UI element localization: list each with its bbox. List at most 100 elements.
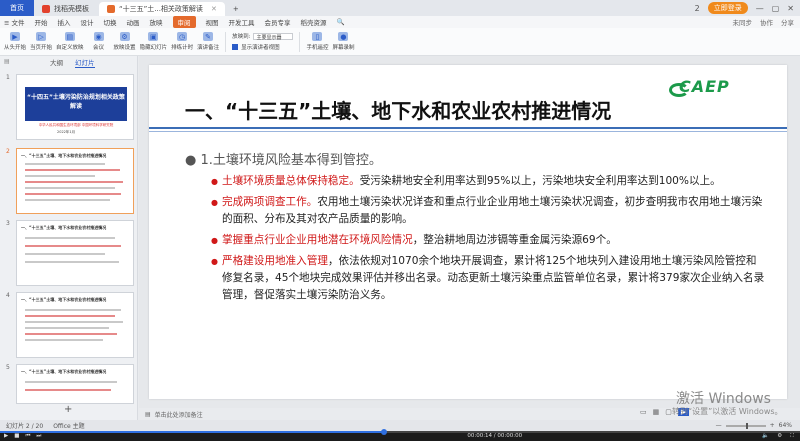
bullet-item[interactable]: 完成两项调查工作。农用地土壤污染状况详查和重点行业企业用地土壤污染状况调查，初步… [211,194,767,228]
phone-remote-button[interactable]: ▯ 手机遥控 [306,32,328,51]
menu-view[interactable]: 视图 [206,17,219,27]
minimize-icon[interactable]: — [756,4,764,13]
thumb-text-line [25,163,105,165]
player-progress-knob[interactable] [381,429,387,435]
thumb-text-line [25,237,115,239]
bullet-highlight: 完成两项调查工作。 [222,196,318,208]
menu-developer[interactable]: 开发工具 [229,17,255,27]
presenter-view-checkbox[interactable] [232,44,239,50]
player-settings-icon[interactable]: ⚙ [777,433,782,440]
zoom-out-icon[interactable]: — [716,422,722,429]
menu-home[interactable]: 开始 [35,17,48,27]
share-button[interactable]: 分享 [781,17,794,27]
display-select[interactable]: 主要显示器 [253,32,294,41]
custom-show-button[interactable]: ▤ 自定义放映 [56,32,84,51]
hide-slide-button[interactable]: ▣ 隐藏幻灯片 [140,32,167,51]
play-from-start-button[interactable]: ▶ 从头开始 [4,32,26,51]
bullet-list[interactable]: 土壤环境质量总体保持稳定。受污染耕地安全利用率达到95%以上，污染地块安全利用率… [211,173,767,308]
bullet-item[interactable]: 严格建设用地准入管理，依法依规对1070余个地块开展调查，累计将125个地块列入… [211,253,767,304]
menu-insert[interactable]: 插入 [58,17,71,27]
record-icon: ● [338,32,349,41]
slide-title[interactable]: 一、“十三五”土壤、地下水和农业农村推进情况 [185,95,611,124]
thumbnail-item[interactable]: 1 “十四五”土壤污染防治规划相关政策解读 中华人民共和国生态环境部 中国环境科… [6,74,134,140]
menu-slideshow[interactable]: 放映 [150,17,163,27]
tab-outline[interactable]: 大纲 [50,57,63,67]
play-icon: ▶ [10,32,20,41]
zoom-slider[interactable] [725,422,766,429]
normal-view-icon[interactable]: ▭ [640,408,647,416]
timer-icon: ◷ [177,32,188,41]
bullet-item[interactable]: 土壤环境质量总体保持稳定。受污染耕地安全利用率达到95%以上，污染地块安全利用率… [211,173,767,190]
collab-button[interactable]: 协作 [760,17,773,27]
ribbon-divider [299,31,301,52]
thumbnail-2[interactable]: 一、“十三五”土壤、地下水和农业农村推进情况 [16,148,134,214]
user-count-icon[interactable]: 2 [695,4,700,13]
caep-logo: CAEP [679,77,730,96]
panel-tabs: 大纲 幻灯片 [0,56,137,68]
screen-record-button[interactable]: ● 屏幕录制 [332,32,355,51]
notes-icon: ✎ [203,32,214,41]
thumbnail-1[interactable]: “十四五”土壤污染防治规划相关政策解读 中华人民共和国生态环境部 中国环境科学研… [16,74,134,140]
title-tab-bar: 首页 找稻壳模板 “十三五”土...相关政策解读 ✕ + 2 立即登录 — ▢ … [0,0,800,16]
player-fullscreen-icon[interactable]: ⛶ [790,433,794,440]
thumb-text-line [25,261,119,263]
tab-template[interactable]: 找稻壳模板 [34,2,97,16]
search-icon[interactable]: 🔍 [337,18,345,26]
play-current-button[interactable]: ▷ 当页开始 [30,32,52,51]
thumbnail-4[interactable]: 一、“十三五”土壤、地下水和农业农村推进情况 [16,292,134,358]
show-settings-button[interactable]: ⚙ 放映设置 [114,32,136,51]
thumbnail-3[interactable]: 一、“十三五”土壤、地下水和农业农村推进情况 [16,220,134,286]
thumbnail-item[interactable]: 5 一、“十三五”土壤、地下水和农业农村推进情况 [6,364,134,404]
zoom-level[interactable]: 64% [779,422,792,429]
thumb-text-line [25,339,103,341]
thumbnail-item[interactable]: 3 一、“十三五”土壤、地下水和农业农村推进情况 [6,220,134,286]
menu-animation[interactable]: 动画 [127,17,140,27]
menu-design[interactable]: 设计 [81,17,94,27]
menu-docer[interactable]: 稻壳资源 [301,17,327,27]
custom-show-icon: ▤ [64,32,75,41]
thumb-subtitle: 中华人民共和国生态环境部 中国环境科学研究院 [38,123,114,127]
player-play-icon[interactable]: ▶ [4,433,8,439]
sync-status[interactable]: 未同步 [733,17,753,27]
player-next-icon[interactable]: ⏭ [36,433,41,440]
panel-menu-icon[interactable]: ▤ [4,58,10,65]
speaker-notes-button[interactable]: ✎ 演讲备注 [197,32,219,51]
maximize-icon[interactable]: ▢ [772,4,780,13]
phone-icon: ▯ [312,32,323,41]
player-volume-icon[interactable]: 🔈 [762,433,769,440]
tab-document[interactable]: “十三五”土...相关政策解读 ✕ [99,2,225,16]
level1-heading[interactable]: ● 1.土壤环境风险基本得到管控。 [185,149,382,168]
zoom-in-icon[interactable]: + [770,422,775,429]
thumb-text-line [25,187,115,189]
menu-review[interactable]: 审阅 [172,16,196,28]
sorter-view-icon[interactable]: ▦ [653,408,660,416]
bullet-highlight: 掌握重点行业企业用地潜在环境风险情况 [222,234,413,246]
current-slide[interactable]: 一、“十三五”土壤、地下水和农业农村推进情况 CAEP ● 1.土壤环境风险基本… [149,65,787,399]
player-stop-icon[interactable]: ■ [14,433,19,439]
thumb-text-line [25,333,117,335]
meeting-button[interactable]: ◉ 会议 [88,32,110,51]
player-prev-icon[interactable]: ⏮ [25,433,30,440]
reading-view-icon[interactable]: ▢ [665,408,672,416]
menu-member[interactable]: 会员专享 [265,17,291,27]
thumbnail-item[interactable]: 4 一、“十三五”土壤、地下水和农业农村推进情况 [6,292,134,358]
ribbon: ▶ 从头开始 ▷ 当页开始 ▤ 自定义放映 ◉ 会议 ⚙ 放映设置 ▣ 隐藏幻灯片 ◷ 排练计… [0,28,800,56]
thumb-text-line [25,309,121,311]
player-progress-fill [0,431,384,433]
bullet-item[interactable]: 掌握重点行业企业用地潜在环境风险情况，整治耕地周边涉镉等重金属污染源69个。 [211,232,767,249]
close-tab-icon[interactable]: ✕ [211,5,217,13]
tab-home[interactable]: 首页 [0,0,34,16]
play-current-icon: ▷ [36,32,47,41]
login-button[interactable]: 立即登录 [707,2,748,14]
add-slide-button[interactable]: + [64,404,72,415]
tab-slides[interactable]: 幻灯片 [75,57,95,68]
thumbnail-item[interactable]: 2 一、“十三五”土壤、地下水和农业农村推进情况 [6,148,134,214]
close-window-icon[interactable]: ✕ [787,4,794,13]
menu-file[interactable]: ≡ 文件 [4,17,25,27]
notes-bar[interactable]: ▤ 单击此处添加备注 [139,408,659,420]
rehearse-timing-button[interactable]: ◷ 排练计时 [171,32,193,51]
new-tab-button[interactable]: + [225,2,247,16]
slide-canvas: 一、“十三五”土壤、地下水和农业农村推进情况 CAEP ● 1.土壤环境风险基本… [139,56,800,408]
menu-transition[interactable]: 切换 [104,17,117,27]
thumbnail-5[interactable]: 一、“十三五”土壤、地下水和农业农村推进情况 [16,364,134,404]
